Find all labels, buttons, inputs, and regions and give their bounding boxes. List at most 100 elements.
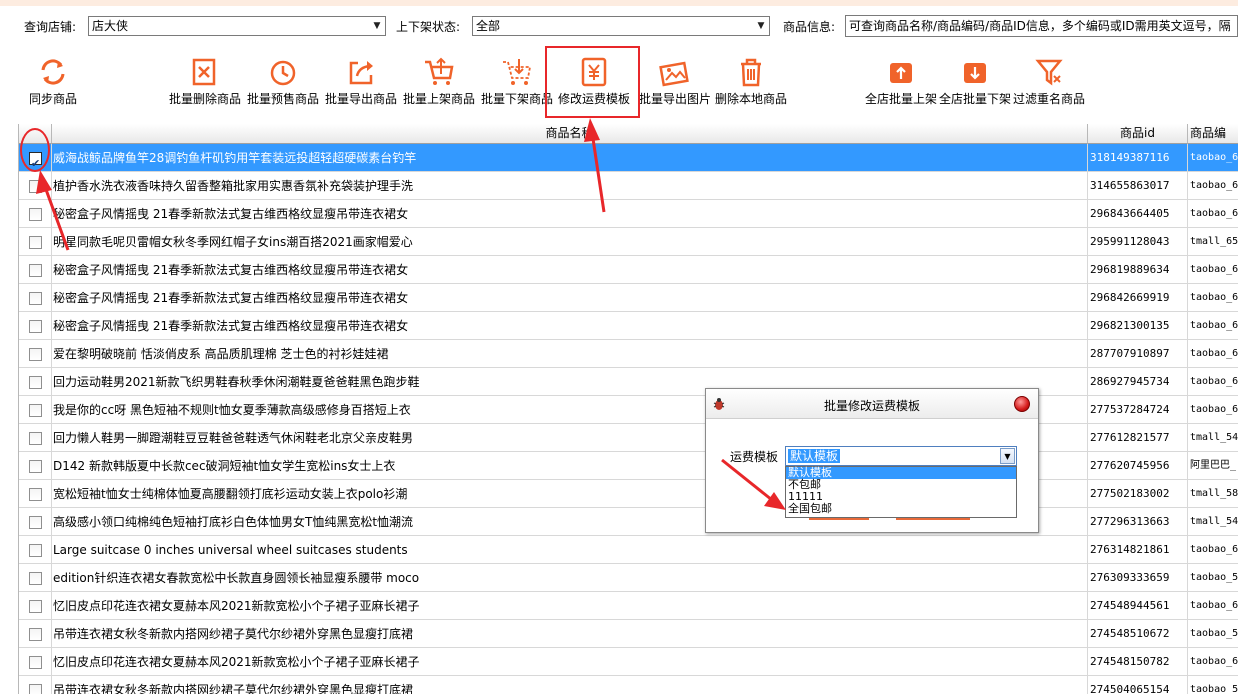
option-item[interactable]: 全国包邮 [786, 503, 1016, 515]
batch-export-button[interactable]: 批量导出商品 [324, 56, 398, 107]
table-row[interactable]: 忆旧皮点印花连衣裙女夏赫本风2021新款宽松小个子裙子亚麻长裙子 27454894… [19, 592, 1238, 620]
header-id[interactable]: 商品id [1088, 124, 1188, 144]
store-batch-list-button[interactable]: 全店批量上架 [864, 56, 938, 107]
close-icon[interactable] [1014, 396, 1030, 412]
shipping-template-options: 默认模板 不包邮 11111 全国包邮 [785, 466, 1017, 518]
row-checkbox[interactable] [29, 460, 42, 473]
row-checkbox[interactable] [29, 656, 42, 669]
image-export-icon [659, 61, 689, 87]
product-id-cell: 274548510672 [1088, 620, 1188, 648]
row-checkbox-cell [19, 536, 52, 564]
product-code-cell: 阿里巴巴_ [1188, 452, 1238, 480]
product-info-input[interactable]: 可查询商品名称/商品编码/商品ID信息，多个编码或ID需用英文逗号，隔 [845, 15, 1238, 37]
product-code-cell: taobao_65 [1188, 340, 1238, 368]
row-checkbox[interactable] [29, 432, 42, 445]
status-label: 上下架状态: [396, 20, 461, 34]
batch-list-button[interactable]: 批量上架商品 [402, 56, 476, 107]
table-row[interactable]: 植护香水洗衣液香味持久留香整箱批家用实惠香氛补充袋装护理手洗 3146558630… [19, 172, 1238, 200]
trash-icon [741, 58, 761, 87]
row-checkbox[interactable] [29, 264, 42, 277]
table-row[interactable]: 吊带连衣裙女秋冬新款内搭网纱裙子莫代尔纱裙外穿黑色显瘦打底裙 2745040651… [19, 676, 1238, 694]
row-checkbox-cell [19, 452, 52, 480]
top-strip [0, 0, 1238, 6]
table-row[interactable]: 明星同款毛呢贝雷帽女秋冬季网红帽子女ins潮百搭2021画家帽爱心 2959911… [19, 228, 1238, 256]
batch-delete-button[interactable]: 批量删除商品 [168, 56, 242, 107]
product-id-cell: 277502183002 [1088, 480, 1188, 508]
row-checkbox-cell [19, 200, 52, 228]
store-select[interactable]: 店大侠 ▼ [88, 16, 386, 36]
chevron-down-icon[interactable]: ▼ [1000, 448, 1015, 464]
batch-delist-button[interactable]: 批量下架商品 [480, 56, 554, 107]
store-batch-delist-button[interactable]: 全店批量下架 [938, 56, 1012, 107]
row-checkbox[interactable] [29, 292, 42, 305]
header-name[interactable]: 商品名称 [52, 124, 1088, 144]
product-name-cell: Large suitcase 0 inches universal wheel … [52, 536, 1088, 564]
table-row[interactable]: D142 新款韩版夏中长款cec破洞短袖t恤女学生宽松ins女士上衣 277620… [19, 452, 1238, 480]
table-row[interactable]: 忆旧皮点印花连衣裙女夏赫本风2021新款宽松小个子裙子亚麻长裙子 27454815… [19, 648, 1238, 676]
table-row[interactable]: 高级感小领口纯棉纯色短袖打底衫白色体恤男女T恤纯黑宽松t恤潮流 277296313… [19, 508, 1238, 536]
product-code-cell: taobao_63 [1188, 284, 1238, 312]
table-row[interactable]: edition针织连衣裙女春款宽松中长款直身圆领长袖显瘦系腰带 moco 2763… [19, 564, 1238, 592]
toolbar-label: 批量导出商品 [324, 92, 397, 106]
table-row[interactable]: 威海战鲸品牌鱼竿28调钓鱼杆矶钓用竿套装远投超轻超硬碳素台钓竿318149387… [19, 144, 1238, 172]
header-code[interactable]: 商品编 [1188, 124, 1238, 144]
status-select[interactable]: 全部 ▼ [472, 16, 770, 36]
row-checkbox[interactable] [29, 404, 42, 417]
row-checkbox[interactable] [29, 236, 42, 249]
table-row[interactable]: 宽松短袖t恤女士纯棉体恤夏高腰翻领打底衫运动女装上衣polo衫潮 27750218… [19, 480, 1238, 508]
product-code-cell: taobao_60 [1188, 172, 1238, 200]
annotation-highlight-box [545, 46, 640, 118]
row-checkbox[interactable] [29, 628, 42, 641]
store-select-value: 店大侠 [92, 19, 129, 33]
toolbar-label: 批量导出图片 [638, 92, 711, 106]
product-name-cell: 吊带连衣裙女秋冬新款内搭网纱裙子莫代尔纱裙外穿黑色显瘦打底裙 [52, 620, 1088, 648]
table-row[interactable]: 秘密盒子风情摇曳 21春季新款法式复古维西格纹显瘦吊带连衣裙女 296821300… [19, 312, 1238, 340]
product-code-cell: tmall_547 [1188, 424, 1238, 452]
dialog-titlebar[interactable]: 批量修改运费模板 [706, 389, 1038, 419]
product-id-cell: 277296313663 [1088, 508, 1188, 536]
table-row[interactable]: 吊带连衣裙女秋冬新款内搭网纱裙子莫代尔纱裙外穿黑色显瘦打底裙 2745485106… [19, 620, 1238, 648]
cart-down-icon [503, 59, 532, 85]
table-row[interactable]: 回力懒人鞋男一脚蹬潮鞋豆豆鞋爸爸鞋透气休闲鞋老北京父亲皮鞋男 2776128215… [19, 424, 1238, 452]
table-row[interactable]: 秘密盒子风情摇曳 21春季新款法式复古维西格纹显瘦吊带连衣裙女 296842669… [19, 284, 1238, 312]
filter-icon [1035, 59, 1063, 86]
batch-presale-button[interactable]: 批量预售商品 [246, 56, 320, 107]
table-row[interactable]: 秘密盒子风情摇曳 21春季新款法式复古维西格纹显瘦吊带连衣裙女 296843664… [19, 200, 1238, 228]
row-checkbox[interactable] [29, 600, 42, 613]
product-name-cell: 秘密盒子风情摇曳 21春季新款法式复古维西格纹显瘦吊带连衣裙女 [52, 312, 1088, 340]
table-row[interactable]: 秘密盒子风情摇曳 21春季新款法式复古维西格纹显瘦吊带连衣裙女 296819889… [19, 256, 1238, 284]
row-checkbox-cell [19, 424, 52, 452]
table-row[interactable]: 我是你的cc呀 黑色短袖不规则t恤女夏季薄款高级感修身百搭短上衣 27753728… [19, 396, 1238, 424]
product-code-cell: taobao_65 [1188, 536, 1238, 564]
row-checkbox[interactable] [29, 544, 42, 557]
product-name-cell: 忆旧皮点印花连衣裙女夏赫本风2021新款宽松小个子裙子亚麻长裙子 [52, 648, 1088, 676]
dialog-title: 批量修改运费模板 [823, 399, 920, 413]
row-checkbox[interactable] [29, 320, 42, 333]
row-checkbox[interactable] [29, 180, 42, 193]
sync-products-button[interactable]: 同步商品 [28, 56, 78, 107]
product-id-cell: 296819889634 [1088, 256, 1188, 284]
row-checkbox[interactable] [29, 208, 42, 221]
delete-local-products-button[interactable]: 删除本地商品 [714, 56, 788, 107]
toolbar-label: 批量上架商品 [402, 92, 475, 106]
product-id-cell: 296843664405 [1088, 200, 1188, 228]
row-checkbox[interactable] [29, 348, 42, 361]
filter-duplicate-names-button[interactable]: 过滤重名商品 [1012, 56, 1086, 107]
row-checkbox[interactable] [29, 376, 42, 389]
product-code-cell: taobao_63 [1188, 144, 1238, 172]
table-row[interactable]: 回力运动鞋男2021新款飞织男鞋春秋季休闲潮鞋夏爸爸鞋黑色跑步鞋 28692794… [19, 368, 1238, 396]
row-checkbox[interactable] [29, 488, 42, 501]
shipping-template-select[interactable]: 默认模板 ▼ [785, 446, 1017, 466]
product-code-cell: taobao_62 [1188, 368, 1238, 396]
table-row[interactable]: Large suitcase 0 inches universal wheel … [19, 536, 1238, 564]
toolbar-label: 批量删除商品 [168, 92, 241, 106]
product-name-cell: 忆旧皮点印花连衣裙女夏赫本风2021新款宽松小个子裙子亚麻长裙子 [52, 592, 1088, 620]
product-id-cell: 277537284724 [1088, 396, 1188, 424]
product-name-cell: 秘密盒子风情摇曳 21春季新款法式复古维西格纹显瘦吊带连衣裙女 [52, 200, 1088, 228]
batch-export-images-button[interactable]: 批量导出图片 [638, 56, 712, 107]
table-row[interactable]: 爱在黎明破晓前 恬淡俏皮系 高品质肌理棉 芝士色的衬衫娃娃裙 2877079108… [19, 340, 1238, 368]
row-checkbox[interactable] [29, 572, 42, 585]
row-checkbox[interactable] [29, 684, 42, 694]
row-checkbox-cell [19, 676, 52, 694]
row-checkbox[interactable] [29, 516, 42, 529]
